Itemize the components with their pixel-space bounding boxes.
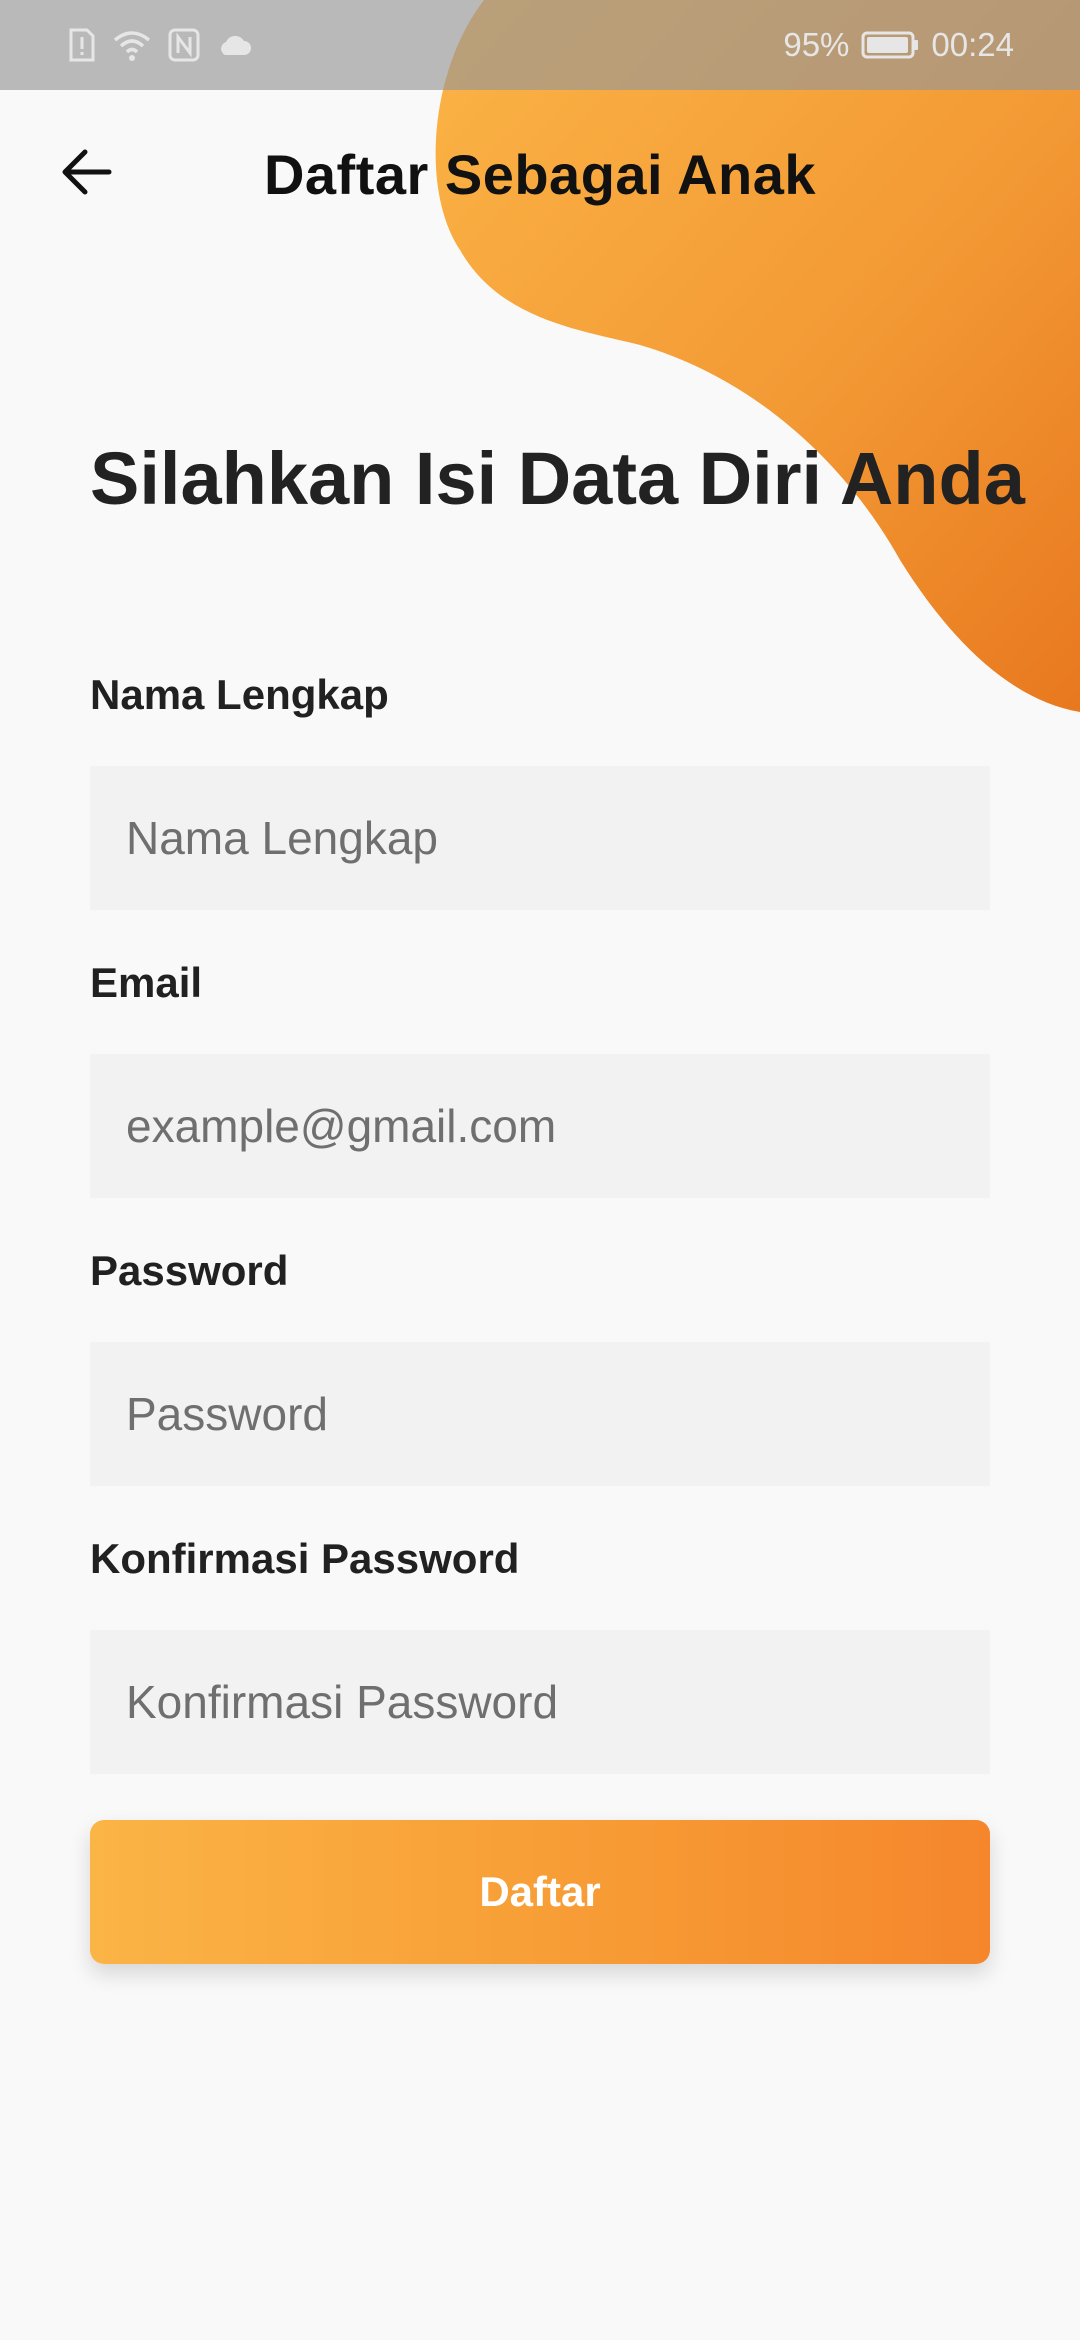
wifi-icon bbox=[112, 28, 152, 62]
cloud-icon bbox=[216, 33, 252, 57]
email-field: Email bbox=[90, 956, 990, 1198]
nfc-icon bbox=[168, 28, 200, 62]
password-label: Password bbox=[90, 1247, 289, 1294]
app-bar: Daftar Sebagai Anak bbox=[0, 90, 1080, 260]
sim-alert-icon bbox=[68, 28, 96, 62]
confirm-password-label: Konfirmasi Password bbox=[90, 1535, 520, 1582]
email-label: Email bbox=[90, 959, 203, 1006]
email-input[interactable] bbox=[90, 1054, 990, 1198]
register-button[interactable]: Daftar bbox=[90, 1820, 990, 1964]
status-bar: 95% 00:24 bbox=[0, 0, 1080, 90]
status-icons-right: 95% 00:24 bbox=[783, 24, 1014, 66]
confirm-password-input[interactable] bbox=[90, 1630, 990, 1774]
full-name-field: Nama Lengkap bbox=[90, 668, 990, 910]
full-name-label: Nama Lengkap bbox=[90, 671, 389, 718]
clock-time: 00:24 bbox=[931, 26, 1014, 63]
status-icons-left bbox=[68, 24, 252, 66]
form-heading: Silahkan Isi Data Diri Anda bbox=[90, 437, 1025, 520]
page-title: Daftar Sebagai Anak bbox=[263, 143, 817, 206]
full-name-input[interactable] bbox=[90, 766, 990, 910]
battery-percent: 95% bbox=[783, 26, 850, 63]
confirm-password-field: Konfirmasi Password bbox=[90, 1532, 990, 1774]
battery-icon bbox=[861, 30, 919, 60]
password-input[interactable] bbox=[90, 1342, 990, 1486]
password-field: Password bbox=[90, 1244, 990, 1486]
